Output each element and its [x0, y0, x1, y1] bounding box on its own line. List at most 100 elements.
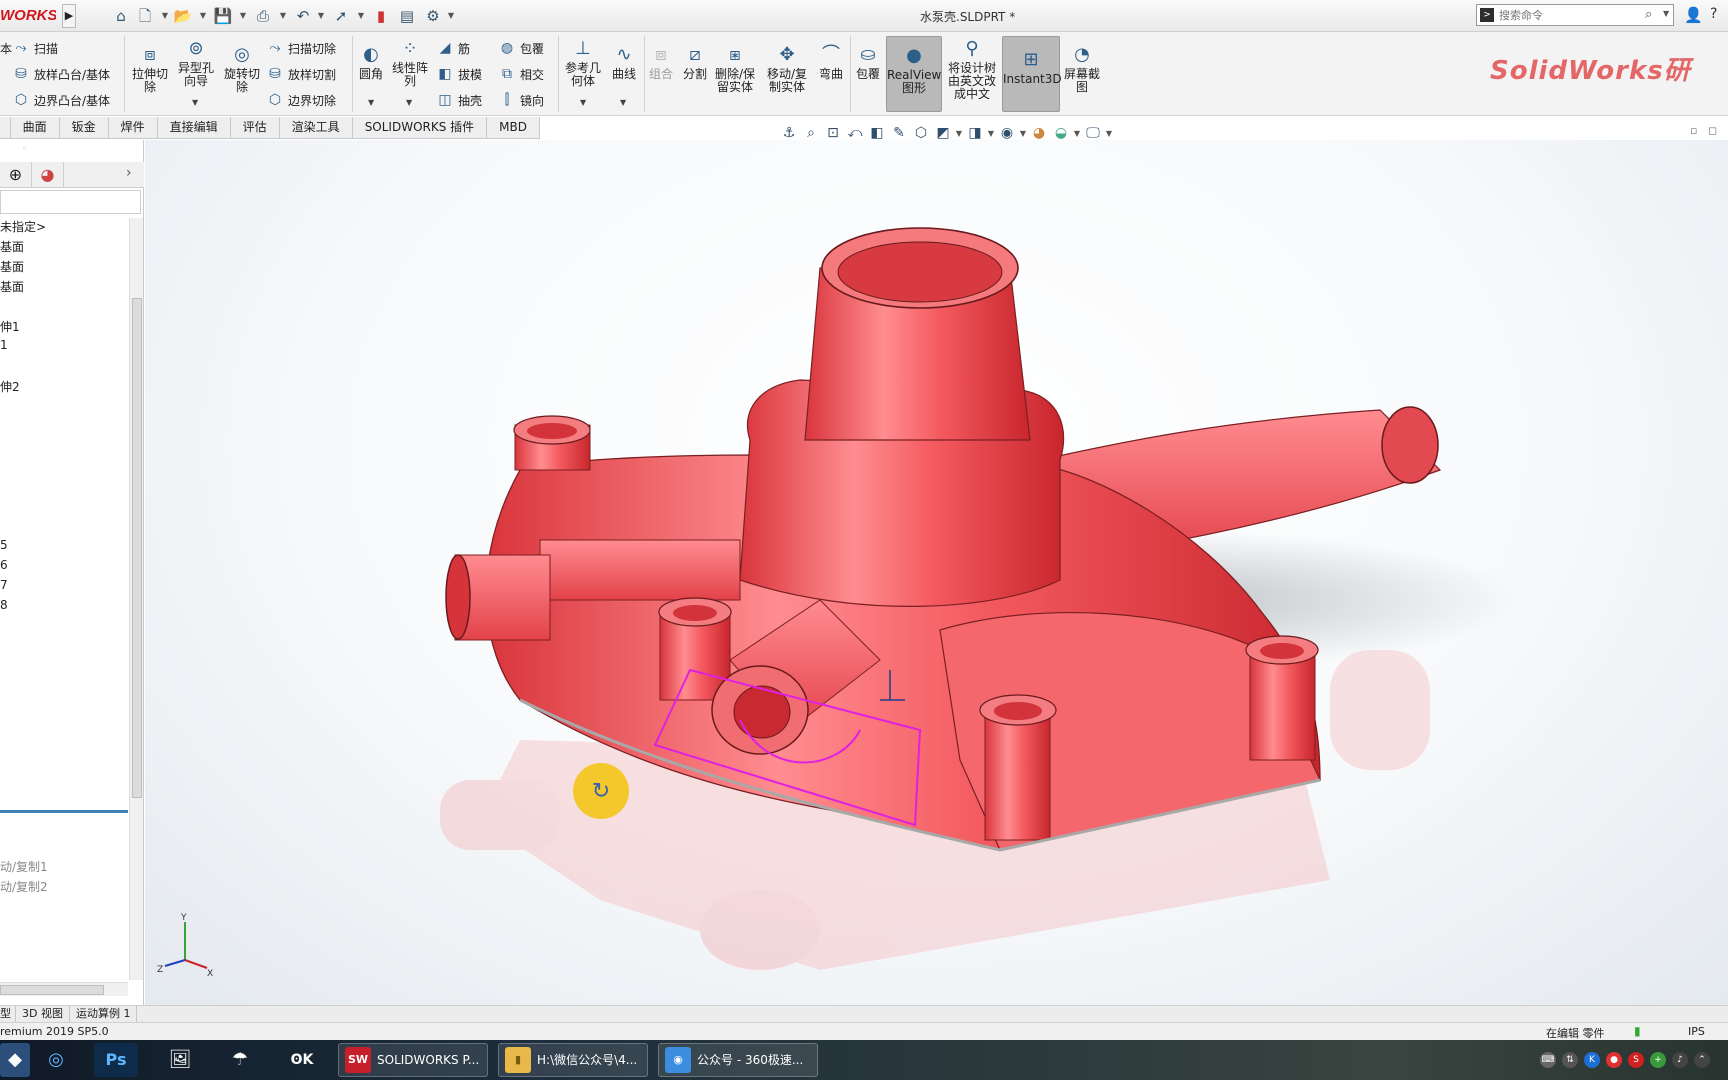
dynamic-annotation-icon[interactable]: ✎ [888, 123, 910, 143]
tree-item[interactable]: 伸2 [0, 378, 20, 395]
tree-item[interactable]: 基面 [0, 258, 24, 275]
undo-dropdown-icon[interactable]: ▼ [316, 5, 326, 27]
volume-tray-icon[interactable]: ♪ [1672, 1052, 1688, 1068]
new-document-icon[interactable]: 🗋 [134, 5, 156, 27]
tree-item[interactable]: 1 [0, 338, 8, 352]
hole-wizard-button[interactable]: ⊚ 异型孔向导 [174, 38, 218, 88]
revolved-cut-button[interactable]: ◎ 旋转切除 [220, 44, 264, 94]
linear-pattern-button[interactable]: ⁘ 线性阵列 [390, 38, 430, 88]
help-icon[interactable]: ? [1710, 6, 1717, 22]
tree-item[interactable]: 动/复制1 [0, 858, 48, 875]
print-dropdown-icon[interactable]: ▼ [278, 5, 288, 27]
delete-keep-body-button[interactable]: ⧆ 删除/保留实体 [712, 44, 758, 94]
previous-view-icon[interactable]: ⤺ [844, 123, 866, 143]
select-cursor-icon[interactable]: ➚ [330, 5, 352, 27]
water-pump-model[interactable]: ↻ [145, 140, 1728, 1006]
display-style-dropdown-icon[interactable]: ▼ [954, 129, 964, 138]
ok-app-icon[interactable]: ʘK [280, 1043, 324, 1077]
panel-more-arrow-icon[interactable]: › [126, 165, 132, 181]
view-orientation-anchor-icon[interactable]: ⚓ [778, 123, 800, 143]
taskbar-solidworks-window[interactable]: SW SOLIDWORKS P... [338, 1043, 488, 1077]
section-view-icon[interactable]: ◧ [866, 123, 888, 143]
umbrella-app-icon[interactable]: ☂ [218, 1043, 262, 1077]
zoom-to-area-icon[interactable]: ⊡ [822, 123, 844, 143]
monitor-dropdown-icon[interactable]: ▼ [1104, 129, 1114, 138]
taskbar-browser-window[interactable]: ◉ 公众号 - 360极速... [658, 1043, 818, 1077]
extruded-cut-button[interactable]: ⧈ 拉伸切除 [128, 44, 172, 94]
network-tray-icon[interactable]: ⇅ [1562, 1052, 1578, 1068]
tree-vertical-scrollbar[interactable] [129, 218, 143, 980]
screenshot-button[interactable]: ◔ 屏幕截图 [1062, 44, 1102, 94]
combine-button[interactable]: ⧈ 组合 [646, 44, 676, 81]
display-manager-tab-icon[interactable]: ◕ [32, 162, 64, 188]
taskbar-explorer-window[interactable]: ▮ H:\微信公众号\4... [498, 1043, 648, 1077]
mirror-button[interactable]: ⫿ 镜向 [498, 89, 544, 111]
file-properties-icon[interactable]: ▤ [396, 5, 418, 27]
rebuild-status-icon[interactable]: ▮ [1634, 1024, 1641, 1038]
photoshop-app-icon[interactable]: Ps [94, 1043, 138, 1077]
tree-item[interactable]: 伸1 [0, 318, 20, 335]
k-app-tray-icon[interactable]: K [1584, 1052, 1600, 1068]
menu-expand-arrow-icon[interactable]: ▶ [62, 4, 76, 28]
search-commands-box[interactable]: > ⌕ ▼ [1476, 4, 1674, 26]
instant3d-button[interactable]: ⊞ Instant3D [1002, 36, 1062, 112]
apply-scene-icon[interactable]: ◒ [1050, 123, 1072, 143]
tree-item[interactable]: 5 [0, 538, 8, 552]
antivirus-tray-icon[interactable]: S [1628, 1052, 1644, 1068]
tree-item[interactable]: 8 [0, 598, 8, 612]
save-icon[interactable]: 💾 [212, 5, 234, 27]
view-orientation-cube-icon[interactable]: ⬡ [910, 123, 932, 143]
hide-show-items-icon[interactable]: ◨ [964, 123, 986, 143]
swept-boss-button[interactable]: ⤳ 扫描 [12, 37, 58, 59]
tree-item[interactable]: 6 [0, 558, 8, 572]
shell-button[interactable]: ◫ 抽壳 [436, 89, 482, 111]
rebuild-traffic-light-icon[interactable]: ▮ [370, 5, 392, 27]
tab-render-tools[interactable]: 渲染工具 [279, 117, 353, 138]
search-dropdown-icon[interactable]: ▼ [1663, 9, 1669, 18]
select-dropdown-icon[interactable]: ▼ [356, 5, 366, 27]
new-dropdown-icon[interactable]: ▼ [160, 5, 170, 27]
solidworks-logo[interactable]: WORKS [0, 7, 56, 27]
lofted-cut-button[interactable]: ⛁ 放样切割 [266, 63, 336, 85]
image-viewer-app-icon[interactable]: 🖼 [158, 1043, 202, 1077]
home-icon[interactable]: ⌂ [110, 5, 132, 27]
reference-geometry-button[interactable]: ⊥ 参考几何体 [562, 38, 604, 88]
tab-model[interactable]: 型 [0, 1006, 16, 1022]
pattern-dropdown-icon[interactable]: ▼ [406, 98, 412, 107]
lofted-boss-button[interactable]: ⛁ 放样凸台/基体 [12, 63, 110, 85]
draft-button[interactable]: ◧ 拔模 [436, 63, 482, 85]
graphics-area[interactable]: ↻ Y X Z [145, 140, 1728, 1006]
view-settings-eye-icon[interactable]: ◉ [996, 123, 1018, 143]
print-icon[interactable]: ⎙ [252, 5, 274, 27]
flex-button[interactable]: ⌒ 弯曲 [816, 44, 846, 81]
tab-mbd[interactable]: MBD [487, 117, 540, 138]
boundary-boss-button[interactable]: ⬡ 边界凸台/基体 [12, 89, 110, 111]
tab-clipped[interactable] [0, 117, 11, 138]
tab-weldments[interactable]: 焊件 [108, 117, 158, 138]
view-settings-dropdown-icon[interactable]: ▼ [1018, 129, 1028, 138]
rib-button[interactable]: ◢ 筋 [436, 37, 470, 59]
start-button-icon[interactable]: ◆ [0, 1043, 30, 1077]
tree-item[interactable]: 基面 [0, 238, 24, 255]
boundary-cut-button[interactable]: ⬡ 边界切除 [266, 89, 336, 111]
display-style-icon[interactable]: ◩ [932, 123, 954, 143]
tree-item[interactable]: 基面 [0, 278, 24, 295]
scrollbar-thumb[interactable] [0, 985, 104, 995]
scene-dropdown-icon[interactable]: ▼ [1072, 129, 1082, 138]
units-system[interactable]: IPS [1688, 1025, 1705, 1038]
edit-appearance-icon[interactable]: ◕ [1028, 123, 1050, 143]
swept-cut-button[interactable]: ⤳ 扫描切除 [266, 37, 336, 59]
wrap-feature-button[interactable]: ◍ 包覆 [498, 37, 544, 59]
user-account-icon[interactable]: 👤 [1684, 6, 1703, 24]
hole-wizard-dropdown-icon[interactable]: ▼ [192, 98, 198, 107]
tab-sheet-metal[interactable]: 钣金 [59, 117, 109, 138]
tree-item[interactable]: 动/复制2 [0, 878, 48, 895]
tab-3d-views[interactable]: 3D 视图 [16, 1006, 70, 1022]
undo-icon[interactable]: ↶ [292, 5, 314, 27]
wrap-button[interactable]: ⛀ 包覆 [852, 44, 884, 81]
scrollbar-thumb[interactable] [132, 298, 142, 798]
tree-item[interactable]: 未指定> [0, 218, 46, 235]
configuration-manager-tab-icon[interactable]: ⊕ [0, 162, 32, 188]
rollback-bar[interactable] [0, 810, 128, 813]
zoom-to-fit-icon[interactable]: ⌕ [800, 123, 822, 143]
